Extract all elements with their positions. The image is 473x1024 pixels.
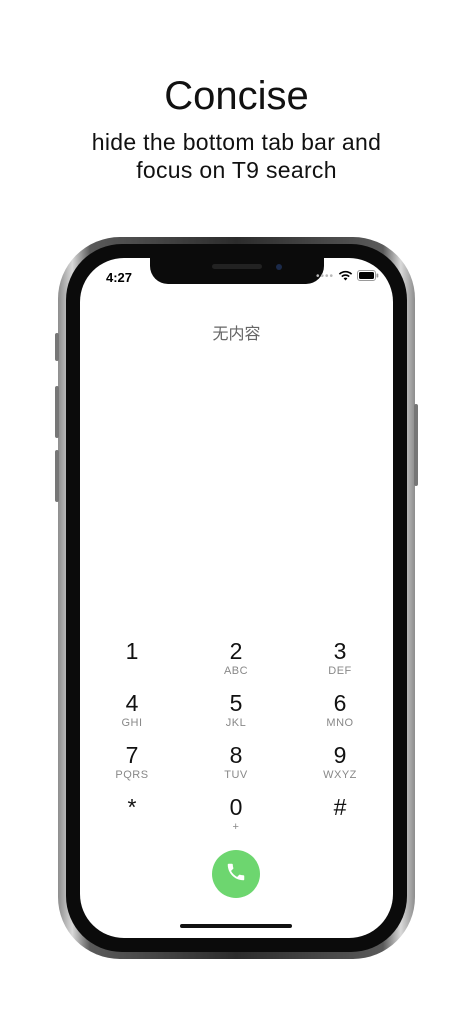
battery-icon [357, 268, 379, 286]
phone-icon [225, 861, 247, 888]
key-hash[interactable]: # [288, 794, 392, 846]
phone-silent-switch [55, 333, 59, 361]
signal-dots: •••• [315, 271, 334, 282]
key-8[interactable]: 8 TUV [184, 742, 288, 794]
key-letters: PQRS [115, 769, 149, 781]
phone-volume-up-button [55, 386, 59, 438]
key-letters: WXYZ [323, 769, 357, 781]
front-camera [276, 264, 282, 270]
key-digit: 7 [125, 742, 139, 768]
key-letters: MNO [326, 717, 354, 729]
key-1[interactable]: 1 [80, 638, 184, 690]
key-9[interactable]: 9 WXYZ [288, 742, 392, 794]
key-3[interactable]: 3 DEF [288, 638, 392, 690]
key-digit: 0 [229, 794, 243, 820]
phone-power-button [414, 404, 418, 486]
key-digit: 2 [229, 638, 243, 664]
promo-subtitle-line-1: hide the bottom tab bar and [91, 129, 382, 155]
key-4[interactable]: 4 GHI [80, 690, 184, 742]
home-indicator[interactable] [180, 924, 292, 928]
speaker-grille [212, 264, 262, 269]
key-7[interactable]: 7 PQRS [80, 742, 184, 794]
key-digit: # [333, 794, 347, 820]
phone-volume-down-button [55, 450, 59, 502]
status-icons: •••• [316, 270, 379, 284]
empty-results-text: 无内容 [212, 324, 261, 343]
key-6[interactable]: 6 MNO [288, 690, 392, 742]
key-digit: 4 [125, 690, 139, 716]
key-letters: + [232, 821, 240, 833]
key-digit: 1 [125, 638, 139, 664]
promo-title: Concise [164, 74, 309, 118]
wifi-icon [338, 268, 353, 286]
key-digit: 5 [229, 690, 243, 716]
key-5[interactable]: 5 JKL [184, 690, 288, 742]
call-button[interactable] [212, 850, 260, 898]
app-store-screenshot: Concise hide the bottom tab bar and focu… [0, 0, 473, 1024]
key-digit: 9 [333, 742, 347, 768]
phone-notch [150, 258, 324, 284]
key-digit: 6 [333, 690, 347, 716]
key-letters: GHI [121, 717, 143, 729]
key-letters: JKL [225, 717, 247, 729]
status-time: 4:27 [106, 270, 133, 285]
phone-screen: 4:27 •••• 无内容 1 2 ABC 3 DEF 4 GHI 5 JKL … [80, 258, 393, 938]
key-digit: 3 [333, 638, 347, 664]
key-letters: ABC [223, 665, 249, 677]
key-2[interactable]: 2 ABC [184, 638, 288, 690]
key-0[interactable]: 0 + [184, 794, 288, 846]
key-letters: TUV [224, 769, 248, 781]
promo-subtitle-line-2: focus on T9 search [136, 157, 337, 183]
key-digit: * [127, 794, 137, 820]
key-star[interactable]: * [80, 794, 184, 846]
key-letters: DEF [328, 665, 352, 677]
key-digit: 8 [229, 742, 243, 768]
